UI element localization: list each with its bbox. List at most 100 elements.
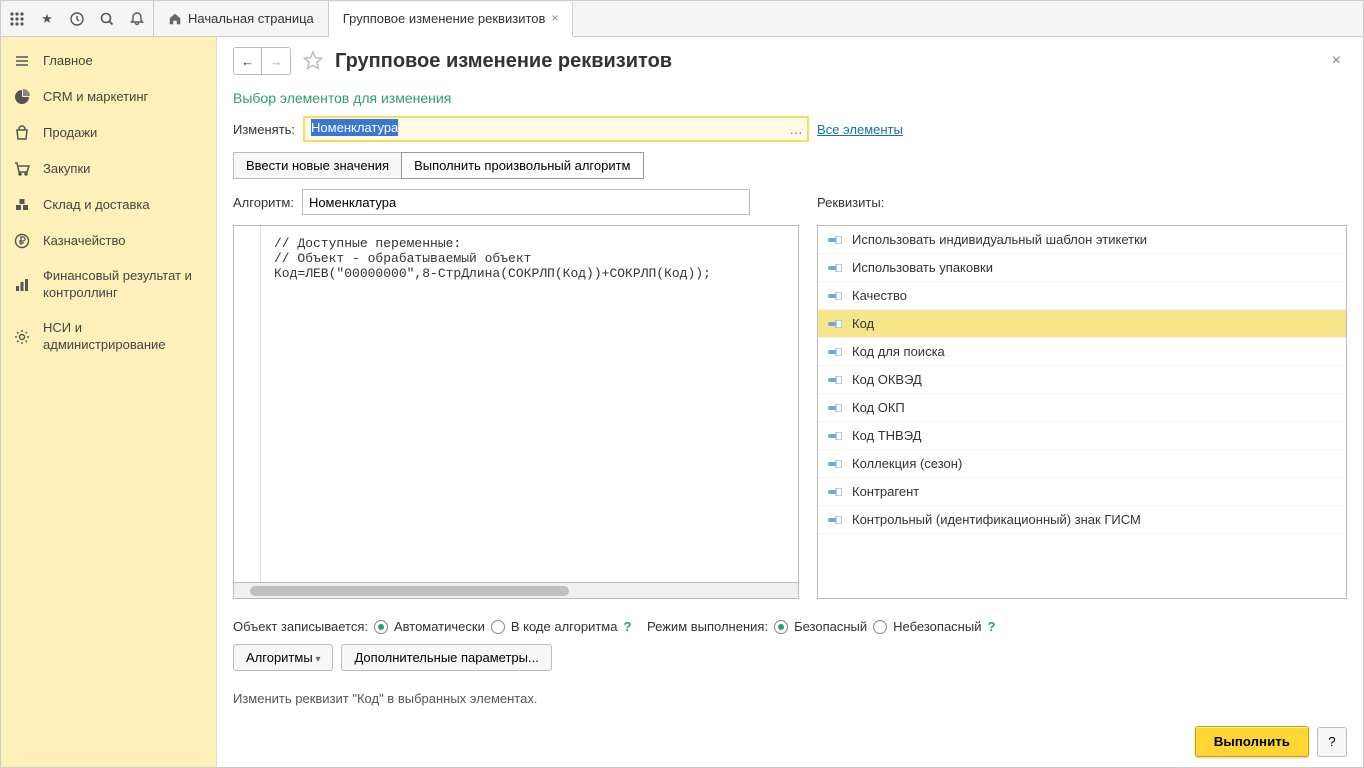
attribute-item[interactable]: Код для поиска bbox=[818, 338, 1346, 366]
tab-active[interactable]: Групповое изменение реквизитов × bbox=[329, 2, 574, 37]
attribute-label: Коллекция (сезон) bbox=[852, 456, 962, 471]
nav-label: Закупки bbox=[43, 161, 90, 178]
attribute-item[interactable]: Код bbox=[818, 310, 1346, 338]
tab-home-label: Начальная страница bbox=[188, 11, 314, 26]
ellipsis-button[interactable]: … bbox=[785, 118, 807, 140]
nav-sales[interactable]: Продажи bbox=[1, 115, 216, 151]
radio-safe[interactable] bbox=[774, 620, 788, 634]
bell-icon[interactable] bbox=[129, 11, 145, 27]
footer: Выполнить ? bbox=[217, 716, 1363, 767]
tab-new-values[interactable]: Ввести новые значения bbox=[233, 152, 402, 179]
options-row: Объект записывается: Автоматически В код… bbox=[233, 619, 1347, 634]
scrollbar-thumb[interactable] bbox=[250, 586, 569, 596]
value-mode-tabs: Ввести новые значения Выполнить произвол… bbox=[233, 152, 1347, 179]
tab-algorithm[interactable]: Выполнить произвольный алгоритм bbox=[401, 152, 643, 179]
nav-label: Главное bbox=[43, 53, 93, 70]
execute-button[interactable]: Выполнить bbox=[1195, 726, 1309, 757]
attributes-list[interactable]: Использовать индивидуальный шаблон этике… bbox=[817, 225, 1347, 599]
nav-purchases[interactable]: Закупки bbox=[1, 151, 216, 187]
attribute-item[interactable]: Контрольный (идентификационный) знак ГИС… bbox=[818, 506, 1346, 534]
attribute-item[interactable]: Код ОКВЭД bbox=[818, 366, 1346, 394]
attribute-label: Код bbox=[852, 316, 874, 331]
attribute-icon bbox=[828, 460, 842, 468]
attribute-icon bbox=[828, 236, 842, 244]
back-arrow[interactable]: ← bbox=[234, 48, 262, 74]
nav-label: НСИ и администрирование bbox=[43, 320, 204, 354]
horizontal-scrollbar[interactable] bbox=[233, 583, 799, 599]
attribute-item[interactable]: Использовать индивидуальный шаблон этике… bbox=[818, 226, 1346, 254]
menu-icon bbox=[13, 52, 31, 70]
search-icon[interactable] bbox=[99, 11, 115, 27]
attribute-icon bbox=[828, 320, 842, 328]
attribute-icon bbox=[828, 264, 842, 272]
star-icon[interactable]: ★ bbox=[39, 11, 55, 27]
topbar: ★ Начальная страница Групповое изменение… bbox=[1, 1, 1363, 37]
favorite-star-icon[interactable] bbox=[301, 49, 325, 73]
home-icon bbox=[168, 12, 182, 26]
attribute-icon bbox=[828, 404, 842, 412]
forward-arrow[interactable]: → bbox=[262, 48, 290, 74]
attribute-item[interactable]: Качество bbox=[818, 282, 1346, 310]
radio-unsafe[interactable] bbox=[873, 620, 887, 634]
attribute-item[interactable]: Контрагент bbox=[818, 478, 1346, 506]
exec-mode-label: Режим выполнения: bbox=[647, 619, 768, 634]
attribute-icon bbox=[828, 292, 842, 300]
nav-label: Казначейство bbox=[43, 233, 125, 250]
attribute-icon bbox=[828, 516, 842, 524]
nav-admin[interactable]: НСИ и администрирование bbox=[1, 311, 216, 363]
tab-close-icon[interactable]: × bbox=[551, 11, 558, 25]
attribute-label: Контрагент bbox=[852, 484, 919, 499]
attribute-item[interactable]: Использовать упаковки bbox=[818, 254, 1346, 282]
extra-params-button[interactable]: Дополнительные параметры... bbox=[341, 644, 551, 671]
gear-icon bbox=[13, 328, 31, 346]
nav-arrows: ← → bbox=[233, 47, 291, 75]
nav-main[interactable]: Главное bbox=[1, 43, 216, 79]
radio-unsafe-label: Небезопасный bbox=[893, 619, 981, 634]
section-title: Выбор элементов для изменения bbox=[233, 90, 1347, 106]
tab-active-label: Групповое изменение реквизитов bbox=[343, 11, 546, 26]
attribute-icon bbox=[828, 348, 842, 356]
nav-label: CRM и маркетинг bbox=[43, 89, 148, 106]
change-label: Изменять: bbox=[233, 122, 295, 137]
attribute-icon bbox=[828, 488, 842, 496]
attribute-icon bbox=[828, 432, 842, 440]
main-panel: ← → Групповое изменение реквизитов × Выб… bbox=[217, 37, 1363, 767]
attribute-icon bbox=[828, 376, 842, 384]
attribute-item[interactable]: Код ОКП bbox=[818, 394, 1346, 422]
algorithm-label: Алгоритм: bbox=[233, 195, 294, 210]
attribute-item[interactable]: Код ТНВЭД bbox=[818, 422, 1346, 450]
code-editor[interactable]: // Доступные переменные: // Объект - обр… bbox=[233, 225, 799, 583]
chart-icon bbox=[13, 276, 31, 294]
bag-icon bbox=[13, 124, 31, 142]
algorithms-dropdown[interactable]: Алгоритмы bbox=[233, 644, 333, 671]
nav-label: Продажи bbox=[43, 125, 97, 142]
nav-crm[interactable]: CRM и маркетинг bbox=[1, 79, 216, 115]
history-icon[interactable] bbox=[69, 11, 85, 27]
change-input-wrap: Номенклатура … bbox=[303, 116, 809, 142]
nav-treasury[interactable]: Казначейство bbox=[1, 223, 216, 259]
close-page-icon[interactable]: × bbox=[1326, 52, 1347, 70]
attribute-label: Использовать упаковки bbox=[852, 260, 993, 275]
radio-auto[interactable] bbox=[374, 620, 388, 634]
nav-label: Финансовый результат и контроллинг bbox=[43, 268, 204, 302]
attribute-label: Использовать индивидуальный шаблон этике… bbox=[852, 232, 1147, 247]
status-text: Изменить реквизит "Код" в выбранных элем… bbox=[233, 691, 1347, 706]
cart-icon bbox=[13, 160, 31, 178]
help-button[interactable]: ? bbox=[1317, 727, 1347, 757]
sidebar: Главное CRM и маркетинг Продажи Закупки … bbox=[1, 37, 217, 767]
help-icon[interactable]: ? bbox=[623, 619, 631, 634]
apps-icon[interactable] bbox=[9, 11, 25, 27]
attribute-item[interactable]: Коллекция (сезон) bbox=[818, 450, 1346, 478]
all-elements-link[interactable]: Все элементы bbox=[817, 122, 903, 137]
radio-in-code[interactable] bbox=[491, 620, 505, 634]
attribute-label: Код ОКВЭД bbox=[852, 372, 922, 387]
tab-home[interactable]: Начальная страница bbox=[154, 1, 329, 36]
algorithm-input[interactable] bbox=[302, 189, 750, 215]
radio-safe-label: Безопасный bbox=[794, 619, 867, 634]
nav-finance[interactable]: Финансовый результат и контроллинг bbox=[1, 259, 216, 311]
help-icon[interactable]: ? bbox=[987, 619, 995, 634]
page-header: ← → Групповое изменение реквизитов × bbox=[217, 37, 1363, 83]
change-input[interactable]: Номенклатура bbox=[303, 116, 809, 142]
nav-warehouse[interactable]: Склад и доставка bbox=[1, 187, 216, 223]
attribute-label: Контрольный (идентификационный) знак ГИС… bbox=[852, 512, 1141, 527]
